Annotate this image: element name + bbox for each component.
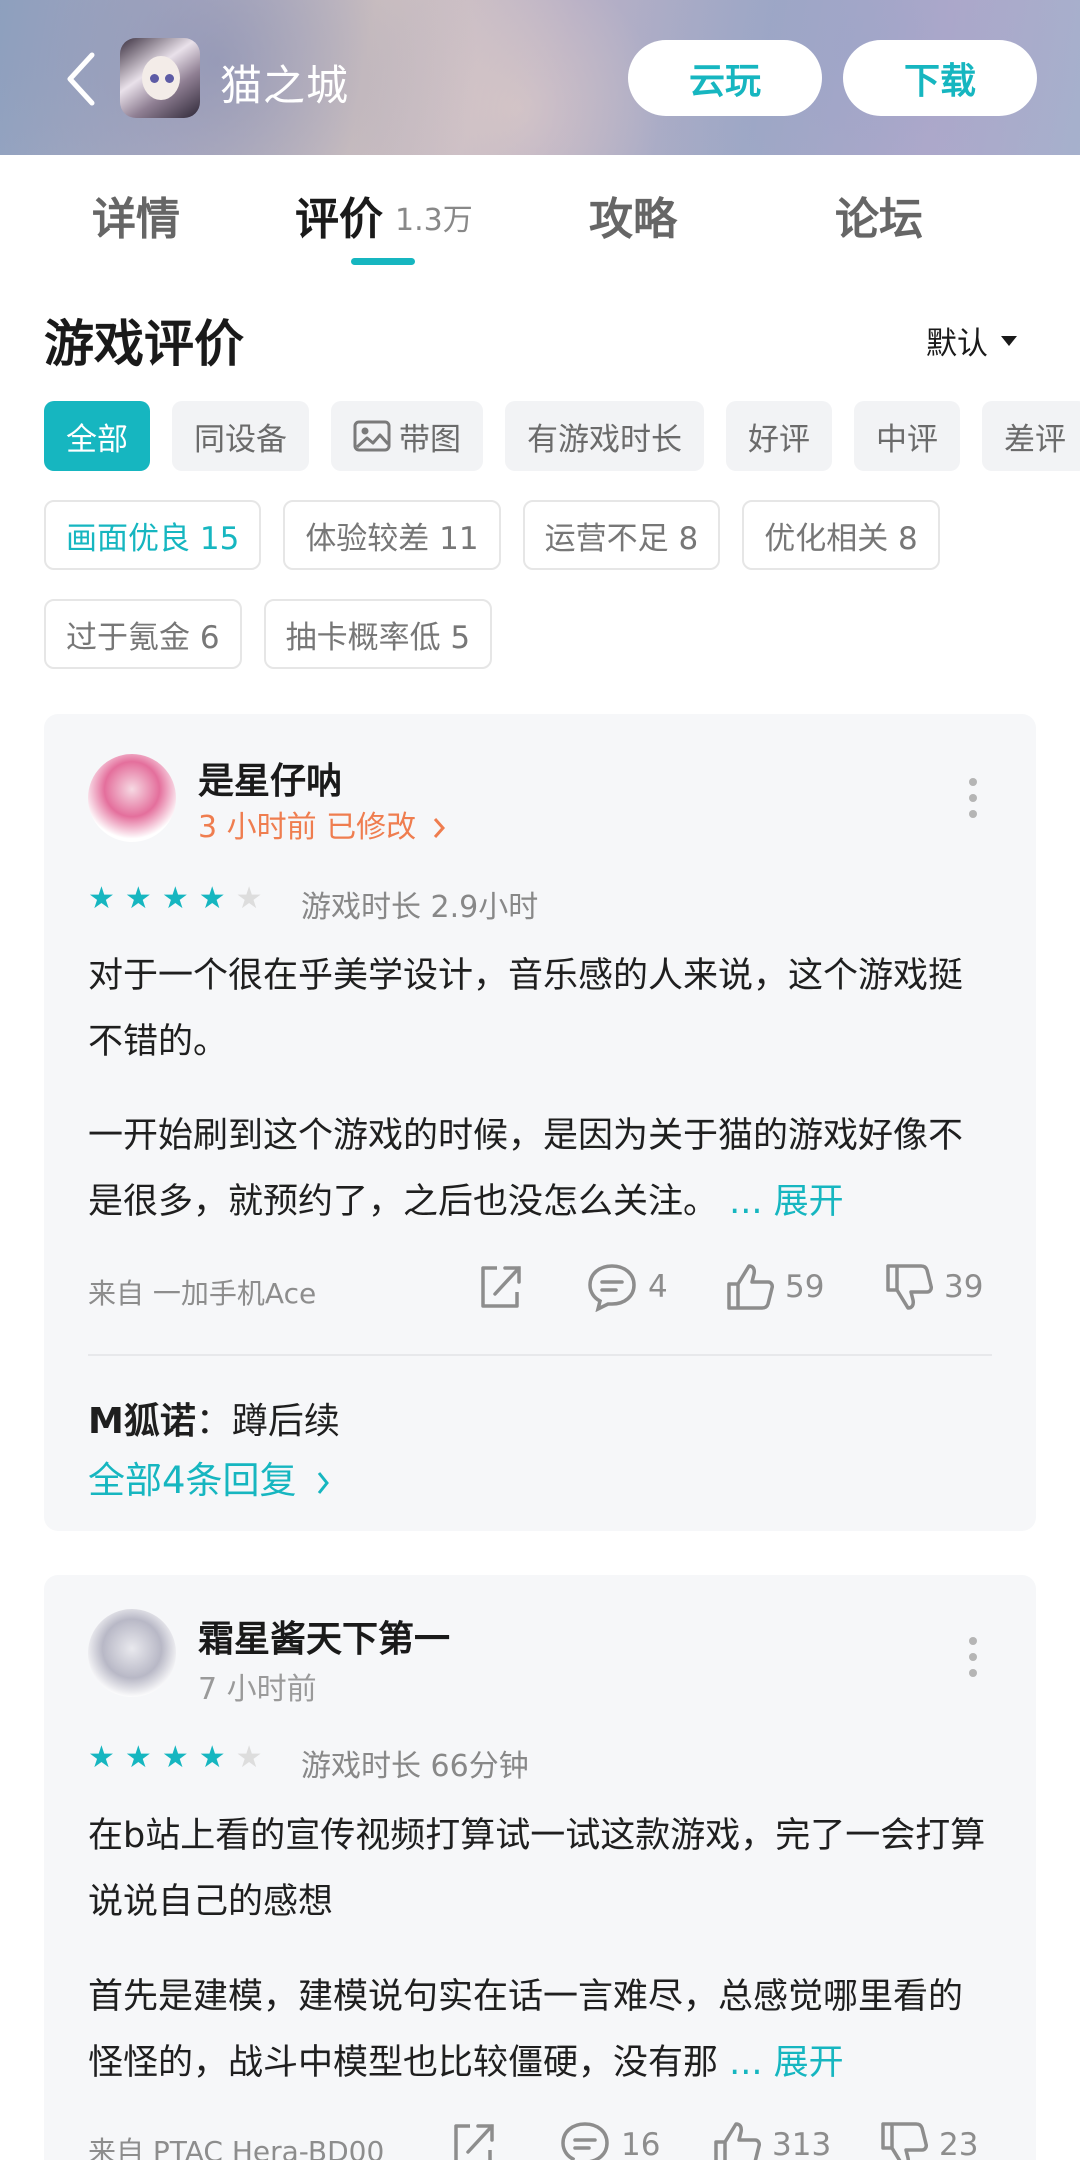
- dislike-count: 39: [944, 1269, 984, 1305]
- filter-negative[interactable]: 差评: [982, 401, 1080, 471]
- star-filled-icon: ★: [161, 881, 189, 916]
- tag-row-2: 过于氪金 6 抽卡概率低 5: [44, 599, 493, 669]
- filter-same-device[interactable]: 同设备: [172, 401, 309, 471]
- star-filled-icon: ★: [88, 1740, 115, 1775]
- expand-link[interactable]: ... 展开: [729, 2043, 844, 2083]
- dislike-button[interactable]: 39: [884, 1262, 983, 1312]
- star-filled-icon: ★: [124, 1740, 152, 1775]
- back-button[interactable]: [58, 48, 104, 110]
- thumbs-up-icon: [727, 1264, 774, 1310]
- comment-icon: [561, 2122, 609, 2160]
- caret-down-icon: [1001, 335, 1017, 346]
- tag-graphics-good[interactable]: 画面优良 15: [44, 500, 262, 570]
- more-options-icon[interactable]: [966, 778, 980, 818]
- game-icon: [120, 38, 200, 118]
- like-count: 313: [772, 2127, 832, 2160]
- filter-all[interactable]: 全部: [44, 401, 150, 471]
- share-button[interactable]: [475, 1262, 525, 1312]
- share-button[interactable]: [448, 2120, 498, 2160]
- tab-reviews[interactable]: 评价: [295, 183, 383, 247]
- comment-count: 4: [648, 1269, 668, 1305]
- review-paragraph: 在b站上看的宣传视频打算试一试这款游戏，完了一会打算说说自己的感想: [88, 1816, 986, 1922]
- filter-positive[interactable]: 好评: [726, 401, 832, 471]
- chevron-left-icon: [67, 52, 95, 106]
- star-empty-icon: ★: [235, 881, 263, 916]
- tab-bar: 详情 评价 1.3万 攻略 论坛: [0, 155, 1080, 273]
- star-empty-icon: ★: [235, 1740, 263, 1775]
- tag-too-pay-to-win[interactable]: 过于氪金 6: [44, 599, 242, 669]
- comment-count: 16: [621, 2127, 661, 2160]
- game-title: 猫之城: [220, 61, 350, 110]
- tag-row-1: 画面优良 15 体验较差 11 运营不足 8 优化相关 8: [44, 500, 940, 570]
- like-count: 59: [785, 1269, 825, 1305]
- sort-label: 默认: [926, 326, 988, 362]
- review-time: 7 小时前: [198, 1672, 317, 1707]
- tab-details[interactable]: 详情: [92, 183, 180, 247]
- review-username[interactable]: 是星仔呐: [198, 752, 342, 804]
- reply-preview[interactable]: M狐诺：蹲后续: [88, 1392, 340, 1444]
- star-filled-icon: ★: [198, 1740, 226, 1775]
- chevron-right-icon: [433, 818, 445, 838]
- review-paragraph: 对于一个很在乎美学设计，音乐感的人来说，这个游戏挺不错的。: [88, 956, 964, 1062]
- tab-reviews-count: 1.3万: [395, 203, 473, 238]
- dislike-count: 23: [939, 2127, 979, 2160]
- review-paragraph-2: 首先是建模，建模说句实在话一言难尽，总感觉哪里看的怪怪的，战斗中模型也比较僵硬，…: [88, 1964, 992, 2096]
- reply-author: M狐诺: [88, 1401, 196, 1442]
- like-button[interactable]: 59: [725, 1262, 824, 1312]
- avatar[interactable]: [88, 754, 176, 842]
- all-replies-link[interactable]: 全部4条回复: [88, 1450, 330, 1504]
- active-tab-indicator: [351, 258, 415, 265]
- avatar[interactable]: [88, 1609, 176, 1697]
- review-card: 是星仔呐 3 小时前 已修改 ★ ★ ★ ★ ★ 游戏时长 2.9小时 对于一个…: [44, 714, 1036, 1531]
- tag-low-gacha-rate[interactable]: 抽卡概率低 5: [263, 599, 493, 669]
- reply-content: ：蹲后续: [195, 1401, 340, 1442]
- like-button[interactable]: 313: [712, 2120, 831, 2160]
- filter-with-images-label: 带图: [399, 421, 461, 458]
- star-filled-icon: ★: [161, 1740, 189, 1775]
- comment-button[interactable]: 16: [559, 2120, 660, 2160]
- tag-optimization[interactable]: 优化相关 8: [742, 500, 940, 570]
- image-icon: [353, 420, 391, 452]
- chevron-right-icon: [318, 1472, 330, 1494]
- review-device-source: 来自 PTAC Hera-BD00: [88, 2135, 385, 2160]
- sort-dropdown[interactable]: 默认: [926, 318, 1018, 363]
- all-replies-label: 全部4条回复: [88, 1459, 297, 1502]
- dislike-button[interactable]: 23: [879, 2120, 978, 2160]
- rating-stars: ★ ★ ★ ★ ★: [88, 1743, 263, 1773]
- game-header: 猫之城 云玩 下载: [0, 0, 1080, 155]
- review-time-text: 3 小时前 已修改: [198, 810, 417, 845]
- divider: [88, 1354, 992, 1356]
- tab-forum[interactable]: 论坛: [835, 183, 923, 247]
- star-filled-icon: ★: [88, 881, 115, 916]
- review-playtime: 游戏时长 2.9小时: [301, 890, 539, 925]
- star-filled-icon: ★: [198, 881, 226, 916]
- more-options-icon[interactable]: [966, 1637, 980, 1677]
- comment-button[interactable]: 4: [586, 1262, 668, 1312]
- comment-icon: [588, 1264, 636, 1312]
- star-filled-icon: ★: [124, 881, 152, 916]
- download-button[interactable]: 下载: [843, 40, 1037, 116]
- rating-stars: ★ ★ ★ ★ ★: [88, 884, 263, 914]
- filter-with-images[interactable]: 带图: [331, 401, 483, 471]
- share-icon: [454, 2124, 494, 2160]
- review-paragraph-2: 一开始刷到这个游戏的时候，是因为关于猫的游戏好像不是很多，就预约了，之后也没怎么…: [88, 1103, 992, 1235]
- review-card: 霜星酱天下第一 7 小时前 ★ ★ ★ ★ ★ 游戏时长 66分钟 在b站上看的…: [44, 1575, 1036, 2160]
- review-playtime: 游戏时长 66分钟: [301, 1749, 529, 1784]
- review-device-source: 来自 一加手机Ace: [88, 1277, 317, 1310]
- section-title: 游戏评价: [44, 315, 244, 373]
- thumbs-down-icon: [881, 2122, 928, 2160]
- thumbs-up-icon: [714, 2122, 761, 2160]
- filter-has-playtime[interactable]: 有游戏时长: [505, 401, 704, 471]
- review-username[interactable]: 霜星酱天下第一: [198, 1610, 450, 1662]
- expand-link[interactable]: ... 展开: [729, 1182, 844, 1222]
- review-time[interactable]: 3 小时前 已修改: [198, 802, 446, 846]
- filter-neutral[interactable]: 中评: [854, 401, 960, 471]
- tag-poor-experience[interactable]: 体验较差 11: [283, 500, 501, 570]
- share-icon: [481, 1266, 521, 1308]
- thumbs-down-icon: [886, 1264, 933, 1310]
- tag-weak-operation[interactable]: 运营不足 8: [522, 500, 721, 570]
- filter-row: 全部 同设备 带图 有游戏时长 好评 中评 差评: [44, 401, 1080, 471]
- cloud-play-button[interactable]: 云玩: [628, 40, 822, 116]
- tab-guides[interactable]: 攻略: [589, 183, 677, 247]
